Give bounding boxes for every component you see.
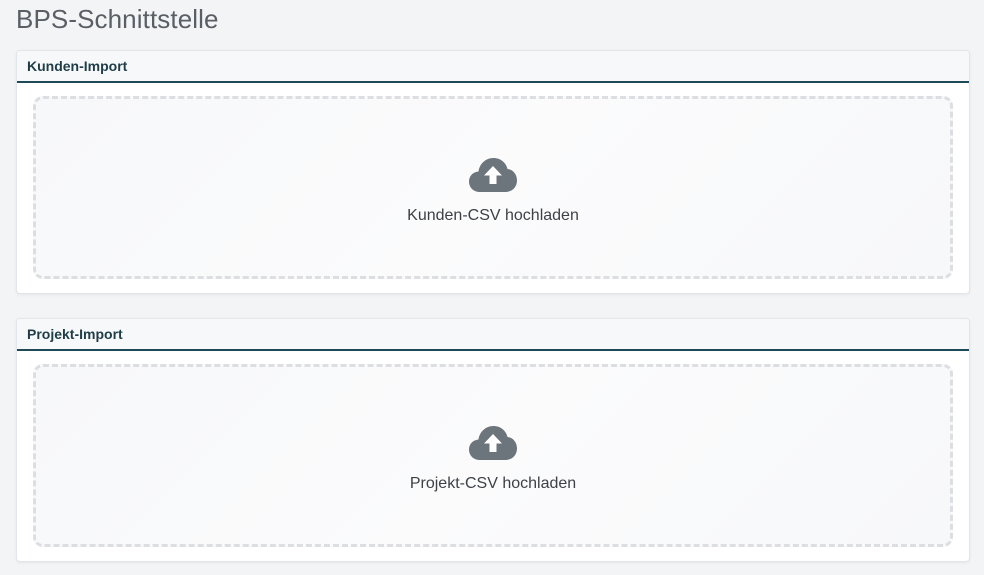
card-header-title: Kunden-Import: [27, 58, 128, 74]
card-header-title: Projekt-Import: [27, 326, 123, 342]
card-header: Kunden-Import: [17, 51, 969, 83]
upload-label: Projekt-CSV hochladen: [409, 474, 577, 492]
cloud-upload-icon: [469, 425, 517, 460]
page: BPS-Schnittstelle Kunden-Import Kunden-C…: [0, 0, 984, 575]
upload-label: Kunden-CSV hochladen: [407, 206, 579, 224]
kunden-import-card: Kunden-Import Kunden-CSV hochladen: [16, 50, 970, 294]
page-title: BPS-Schnittstelle: [16, 4, 219, 34]
card-body: Kunden-CSV hochladen: [17, 83, 969, 292]
card-body: Projekt-CSV hochladen: [17, 351, 969, 560]
projekt-import-card: Projekt-Import Projekt-CSV hochladen: [16, 318, 970, 562]
cloud-upload-icon: [469, 157, 517, 192]
card-header: Projekt-Import: [17, 319, 969, 351]
projekt-csv-dropzone[interactable]: Projekt-CSV hochladen: [33, 364, 953, 547]
kunden-csv-dropzone[interactable]: Kunden-CSV hochladen: [33, 96, 953, 279]
